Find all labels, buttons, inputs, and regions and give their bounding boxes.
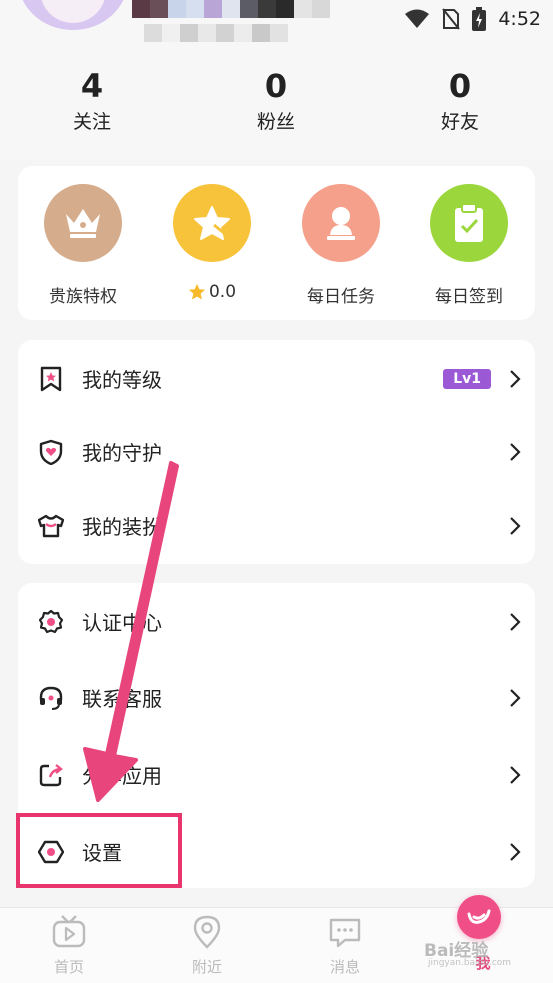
star-icon — [173, 184, 251, 262]
tab-messages-label: 消息 — [329, 958, 360, 976]
menu-item-customer-service-label: 联系客服 — [82, 687, 162, 711]
menu-item-verification[interactable]: 认证中心 — [18, 583, 535, 660]
avatar[interactable] — [18, 0, 128, 30]
headset-icon — [38, 685, 64, 711]
person-icon — [302, 184, 380, 262]
chevron-right-icon — [495, 432, 535, 472]
stat-fans-count: 0 — [264, 67, 288, 105]
menu-item-my-guard-label: 我的守护 — [82, 441, 162, 465]
quick-actions-card: 贵族特权 0.0 每日任务 每日签到 — [18, 166, 535, 320]
tab-nearby[interactable]: 附近 — [162, 914, 252, 977]
user-id-mosaic — [144, 24, 288, 42]
location-pin-icon — [193, 915, 221, 949]
quick-star-score[interactable]: 0.0 — [162, 184, 262, 302]
menu-group-account: 我的等级 Lv1 我的守护 我的装扮 — [18, 340, 535, 564]
menu-item-my-level[interactable]: 我的等级 Lv1 — [18, 340, 535, 417]
no-sim-icon — [442, 8, 461, 30]
share-icon — [38, 762, 64, 788]
stat-friends-label: 好友 — [440, 111, 479, 133]
battery-charging-icon — [472, 7, 487, 31]
me-icon[interactable] — [457, 895, 501, 939]
stat-fans-label: 粉丝 — [256, 111, 295, 133]
settings-highlight-box — [16, 813, 182, 888]
chevron-right-icon — [495, 832, 535, 872]
chevron-right-icon — [495, 755, 535, 795]
chevron-right-icon — [495, 506, 535, 546]
tv-icon — [52, 915, 86, 948]
stat-friends[interactable]: 0 好友 — [410, 66, 510, 136]
clipboard-check-icon — [430, 184, 508, 262]
star-score-row: 0.0 — [162, 282, 262, 302]
watermark-url: jingyan.baidu.com — [428, 958, 512, 968]
badge-icon — [38, 609, 64, 635]
stat-following-label: 关注 — [72, 111, 111, 133]
chevron-right-icon — [495, 678, 535, 718]
quick-noble-privilege[interactable]: 贵族特权 — [33, 184, 133, 307]
quick-daily-checkin-label: 每日签到 — [435, 287, 503, 307]
profile-header: 4:52 4 关注 0 粉丝 0 好友 — [0, 0, 553, 160]
star-score-label: 0.0 — [208, 282, 237, 302]
chat-icon — [329, 918, 361, 948]
menu-item-share-app-label: 分享应用 — [82, 764, 162, 788]
small-star-icon — [188, 283, 206, 300]
menu-item-my-outfit[interactable]: 我的装扮 — [18, 487, 535, 564]
level-badge: Lv1 — [443, 368, 491, 389]
tab-home-label: 首页 — [53, 958, 84, 976]
stat-following-count: 4 — [80, 67, 104, 105]
chevron-right-icon — [495, 602, 535, 642]
stat-friends-count: 0 — [448, 67, 472, 105]
menu-item-my-outfit-label: 我的装扮 — [82, 515, 162, 539]
quick-daily-task[interactable]: 每日任务 — [291, 184, 391, 307]
crown-icon — [44, 184, 122, 262]
shirt-icon — [38, 513, 64, 539]
menu-item-customer-service[interactable]: 联系客服 — [18, 659, 535, 736]
quick-noble-privilege-label: 贵族特权 — [49, 287, 117, 307]
menu-item-verification-label: 认证中心 — [82, 611, 162, 635]
wifi-icon — [405, 9, 430, 28]
tab-home[interactable]: 首页 — [24, 914, 114, 977]
status-time: 4:52 — [498, 8, 541, 30]
username-mosaic — [132, 0, 330, 18]
quick-daily-task-label: 每日任务 — [307, 287, 375, 307]
bookmark-star-icon — [38, 366, 64, 392]
status-bar: 4:52 — [404, 4, 541, 34]
menu-item-share-app[interactable]: 分享应用 — [18, 736, 535, 813]
chevron-right-icon — [495, 359, 535, 399]
tab-nearby-label: 附近 — [191, 958, 222, 976]
quick-daily-checkin[interactable]: 每日签到 — [419, 184, 519, 307]
stat-following[interactable]: 4 关注 — [42, 66, 142, 136]
tab-messages[interactable]: 消息 — [300, 914, 390, 977]
menu-item-my-level-label: 我的等级 — [82, 368, 162, 392]
shield-heart-icon — [38, 439, 64, 465]
stat-fans[interactable]: 0 粉丝 — [226, 66, 326, 136]
menu-item-my-guard[interactable]: 我的守护 — [18, 413, 535, 490]
